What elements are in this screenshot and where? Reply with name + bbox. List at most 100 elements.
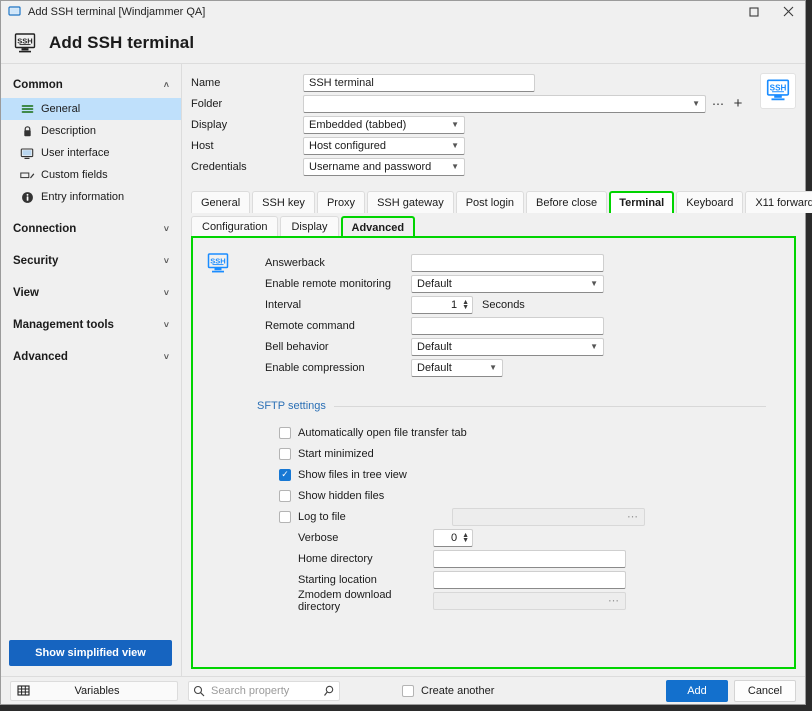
folder-combo[interactable]: ▼ [303, 94, 706, 113]
sidebar-group-view[interactable]: View ˅ [1, 280, 181, 306]
field-row-display: Display Embedded (tabbed) ▼ [191, 114, 746, 135]
close-button[interactable] [771, 1, 805, 22]
monitor-icon [19, 145, 35, 161]
create-another-checkbox[interactable] [402, 684, 414, 697]
chevron-down-icon: ˅ [163, 256, 169, 266]
host-combo[interactable]: Host configured ▼ [303, 136, 465, 155]
subtab-display[interactable]: Display [280, 216, 339, 237]
verbose-label: Verbose [298, 531, 339, 544]
starting-location-input[interactable] [433, 570, 626, 589]
sidebar-group-connection[interactable]: Connection ˅ [1, 216, 181, 242]
host-value: Host configured [309, 139, 387, 152]
field-row-credentials: Credentials Username and password ▼ [191, 156, 746, 177]
checkbox-row-start-minimized[interactable]: Start minimized [209, 443, 778, 464]
info-icon [19, 189, 35, 205]
checkbox-label: Log to file [298, 510, 346, 523]
search-icon [189, 685, 209, 697]
tab-label: Proxy [326, 196, 356, 209]
name-label: Name [191, 76, 221, 89]
sidebar-group-label: Advanced [13, 351, 68, 363]
folder-more-button[interactable]: ⋯ [710, 96, 726, 112]
folder-add-button[interactable]: + [730, 95, 746, 112]
ssh-terminal-icon: SSH [765, 77, 791, 106]
log-to-file-path-field[interactable]: ⋯ [452, 507, 645, 526]
compression-combo[interactable]: Default ▼ [411, 358, 503, 377]
checkbox-row-show-hidden-files[interactable]: Show hidden files [209, 485, 778, 506]
start-minimized-checkbox[interactable] [279, 447, 291, 460]
variables-button[interactable]: Variables [10, 680, 178, 701]
tab-before-close[interactable]: Before close [526, 191, 608, 213]
sidebar-group-security[interactable]: Security ˅ [1, 248, 181, 274]
tab-keyboard[interactable]: Keyboard [676, 191, 744, 213]
field-row-zmodem-download-directory: Zmodem download directory ⋯ [209, 589, 778, 613]
remote-command-input[interactable] [411, 316, 604, 335]
checkbox-label: Show hidden files [298, 489, 385, 502]
magnifier-icon[interactable] [319, 685, 339, 697]
tab-general[interactable]: General [191, 191, 251, 213]
subtab-label: Advanced [351, 221, 405, 234]
entry-type-icon-button[interactable]: SSH [760, 73, 796, 109]
answerback-input[interactable] [411, 253, 604, 272]
bell-behavior-label: Bell behavior [265, 340, 329, 353]
interval-value: 1 [450, 298, 458, 311]
search-property-box[interactable] [188, 680, 340, 701]
tab-ssh-key[interactable]: SSH key [252, 191, 315, 213]
cancel-button[interactable]: Cancel [734, 679, 796, 702]
subtab-advanced[interactable]: Advanced [340, 216, 416, 237]
field-row-remote-monitoring: Enable remote monitoring Default ▼ [209, 273, 778, 294]
subtab-label: Display [291, 221, 328, 233]
tab-x11-forwarding[interactable]: X11 forwarding [745, 191, 812, 213]
status-bar: Variables Create another Add [1, 676, 805, 704]
checkbox-row-auto-open-transfer-tab[interactable]: Automatically open file transfer tab [209, 422, 778, 443]
sidebar-item-label: General [41, 103, 81, 115]
show-simplified-view-button[interactable]: Show simplified view [9, 640, 172, 666]
stepper-arrows-icon[interactable]: ▲ ▼ [462, 299, 469, 311]
sidebar-item-label: Description [41, 125, 97, 137]
tab-ssh-gateway[interactable]: SSH gateway [367, 191, 454, 213]
sidebar-item-entry-information[interactable]: Entry information [1, 186, 181, 208]
ssh-terminal-icon: SSH [205, 250, 231, 276]
home-directory-input[interactable] [433, 549, 626, 568]
variables-label: Variables [74, 684, 120, 697]
tab-label: X11 forwarding [755, 196, 812, 209]
stepper-arrows-icon[interactable]: ▲ ▼ [462, 532, 469, 544]
dialog-window: Add SSH terminal [Windjammer QA] SSH Add… [0, 0, 812, 705]
add-button[interactable]: Add [666, 679, 728, 702]
sidebar-group-advanced[interactable]: Advanced ˅ [1, 344, 181, 370]
auto-open-transfer-tab-checkbox[interactable] [279, 426, 291, 439]
tab-post-login[interactable]: Post login [455, 191, 525, 213]
show-hidden-files-checkbox[interactable] [279, 489, 291, 502]
sidebar-item-custom-fields[interactable]: Custom fields [1, 164, 181, 186]
zmodem-browse-button[interactable]: ⋯ [608, 594, 619, 607]
interval-stepper[interactable]: 1 ▲ ▼ [411, 295, 473, 314]
tab-label: SSH key [262, 196, 305, 209]
bell-behavior-combo[interactable]: Default ▼ [411, 337, 604, 356]
sidebar-item-description[interactable]: Description [1, 120, 181, 142]
zmodem-path-field[interactable]: ⋯ [433, 591, 626, 610]
sidebar-group-management-tools[interactable]: Management tools ˅ [1, 312, 181, 338]
subtab-configuration[interactable]: Configuration [191, 216, 279, 237]
search-input[interactable] [209, 683, 319, 698]
sidebar-item-general[interactable]: General [1, 98, 181, 120]
edit-field-icon [19, 167, 35, 183]
remote-monitoring-combo[interactable]: Default ▼ [411, 274, 604, 293]
verbose-stepper[interactable]: 0 ▲ ▼ [433, 528, 473, 547]
tab-proxy[interactable]: Proxy [316, 191, 366, 213]
display-combo[interactable]: Embedded (tabbed) ▼ [303, 115, 465, 134]
checkbox-row-log-to-file[interactable]: Log to file ⋯ [209, 506, 778, 527]
create-another-row[interactable]: Create another [402, 684, 494, 697]
credentials-value: Username and password [309, 160, 432, 173]
window-title: Add SSH terminal [Windjammer QA] [28, 5, 206, 18]
dialog-body: Common ˄ General Description User interf… [1, 64, 812, 676]
checkbox-row-show-files-tree-view[interactable]: Show files in tree view [209, 464, 778, 485]
maximize-button[interactable] [737, 1, 771, 22]
log-to-file-checkbox[interactable] [279, 510, 291, 523]
grid-icon [11, 684, 35, 697]
tab-terminal[interactable]: Terminal [609, 191, 675, 213]
sidebar-group-common[interactable]: Common ˄ [1, 72, 181, 98]
show-files-tree-view-checkbox[interactable] [279, 468, 291, 481]
name-input[interactable] [303, 73, 535, 92]
credentials-combo[interactable]: Username and password ▼ [303, 157, 465, 176]
sidebar-item-user-interface[interactable]: User interface [1, 142, 181, 164]
log-to-file-browse-button[interactable]: ⋯ [627, 510, 638, 523]
